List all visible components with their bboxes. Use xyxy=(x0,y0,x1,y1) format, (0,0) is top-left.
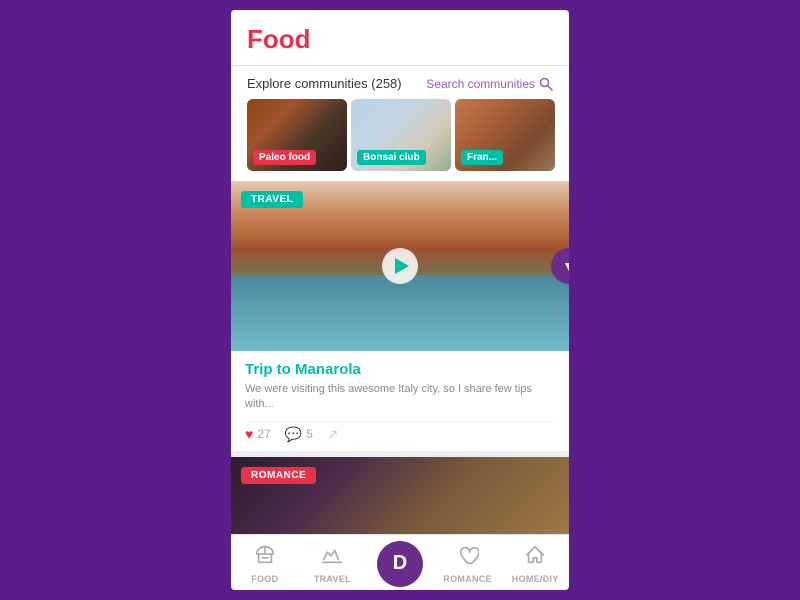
community-card-france[interactable]: Fran... xyxy=(455,99,555,171)
travel-icon xyxy=(321,544,343,572)
communities-row: Paleo food Bonsai club Fran... xyxy=(231,99,569,171)
comment-action[interactable]: 💬 5 xyxy=(285,426,313,443)
play-button[interactable] xyxy=(382,248,418,284)
post-tag-travel: TRAVEL xyxy=(241,191,303,208)
nav-label-food: FOOD xyxy=(251,574,278,584)
explore-title: Explore communities (258) xyxy=(247,76,402,91)
center-letter: D xyxy=(393,552,407,575)
post-actions-manarola: ♥ 27 💬 5 ↗ xyxy=(245,421,555,443)
post-image-manarola[interactable]: TRAVEL ▼ xyxy=(231,181,569,351)
comment-icon: 💬 xyxy=(285,426,302,443)
feed: TRAVEL ▼ Trip to Manarola We were visiti… xyxy=(231,181,569,534)
community-card-paleo[interactable]: Paleo food xyxy=(247,99,347,171)
center-button[interactable]: D xyxy=(377,541,423,587)
explore-header: Explore communities (258) Search communi… xyxy=(231,66,569,99)
search-icon xyxy=(539,77,553,91)
nav-item-romance[interactable]: ROMANCE xyxy=(434,544,502,584)
community-label-bonsai: Bonsai club xyxy=(357,150,426,165)
nav-label-romance: ROMANCE xyxy=(443,574,492,584)
filter-icon: ▼ xyxy=(562,258,569,274)
search-communities-label: Search communities xyxy=(426,77,535,91)
community-label-france: Fran... xyxy=(461,150,503,165)
community-label-paleo: Paleo food xyxy=(253,150,316,165)
post-title-manarola: Trip to Manarola xyxy=(245,361,555,378)
post-card-romance: ROMANCE xyxy=(231,457,569,534)
nav-item-food[interactable]: FOOD xyxy=(231,544,299,584)
post-card-manarola: TRAVEL ▼ Trip to Manarola We were visiti… xyxy=(231,181,569,451)
community-card-bonsai[interactable]: Bonsai club xyxy=(351,99,451,171)
comment-count: 5 xyxy=(306,427,313,441)
share-action[interactable]: ↗ xyxy=(327,426,339,443)
nav-label-travel: TRAVEL xyxy=(314,574,351,584)
like-count: 27 xyxy=(257,427,270,441)
nav-item-center[interactable]: D xyxy=(366,541,434,587)
heart-icon: ♥ xyxy=(245,426,253,442)
romance-icon xyxy=(457,544,479,572)
post-image-romance[interactable]: ROMANCE xyxy=(231,457,569,534)
like-action[interactable]: ♥ 27 xyxy=(245,426,271,442)
post-excerpt-manarola: We were visiting this awesome Italy city… xyxy=(245,382,555,413)
post-tag-romance: ROMANCE xyxy=(241,467,316,484)
home-icon xyxy=(524,544,546,572)
explore-section: Explore communities (258) Search communi… xyxy=(231,66,569,181)
nav-item-home-diy[interactable]: HOME/DIY xyxy=(501,544,569,584)
share-icon: ↗ xyxy=(327,426,339,443)
nav-item-travel[interactable]: TRAVEL xyxy=(299,544,367,584)
nav-label-home-diy: HOME/DIY xyxy=(512,574,559,584)
header: Food xyxy=(231,10,569,66)
play-triangle-icon xyxy=(395,258,409,274)
phone-container: Food Explore communities (258) Search co… xyxy=(231,10,569,590)
page-title: Food xyxy=(247,24,553,55)
food-icon xyxy=(254,544,276,572)
search-communities-button[interactable]: Search communities xyxy=(426,77,553,91)
bottom-nav: FOOD TRAVEL D ROMANCE xyxy=(231,534,569,590)
post-content-manarola: Trip to Manarola We were visiting this a… xyxy=(231,351,569,451)
